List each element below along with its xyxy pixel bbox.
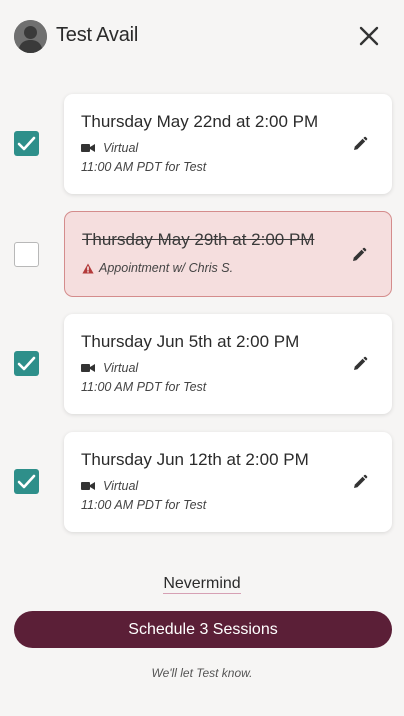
video-camera-icon xyxy=(81,364,95,372)
video-camera-icon xyxy=(81,482,95,490)
pencil-icon xyxy=(354,474,368,488)
session-title: Thursday May 22nd at 2:00 PM xyxy=(81,112,319,131)
session-checkbox[interactable] xyxy=(14,351,39,376)
warning-icon xyxy=(82,263,94,273)
session-mode-label: Virtual xyxy=(103,479,139,493)
edit-button[interactable] xyxy=(352,474,368,490)
session-row: Thursday May 29th at 2:00 PM Appointment… xyxy=(0,211,404,298)
session-mode-label: Virtual xyxy=(103,361,139,375)
pencil-icon xyxy=(354,356,368,370)
session-card[interactable]: Thursday Jun 12th at 2:00 PM Virtual 11:… xyxy=(64,432,392,532)
checkmark-icon xyxy=(17,356,36,371)
session-card[interactable]: Thursday May 22nd at 2:00 PM Virtual 11:… xyxy=(64,94,392,194)
session-card[interactable]: Thursday Jun 5th at 2:00 PM Virtual 11:0… xyxy=(64,314,392,414)
pencil-icon xyxy=(353,247,367,261)
nevermind-container: Nevermind xyxy=(0,575,404,594)
edit-button[interactable] xyxy=(351,247,367,263)
session-card-conflict[interactable]: Thursday May 29th at 2:00 PM Appointment… xyxy=(64,211,392,297)
session-time-note: 11:00 AM PDT for Test xyxy=(81,498,207,512)
session-title: Thursday May 29th at 2:00 PM xyxy=(82,230,315,249)
close-button[interactable] xyxy=(358,25,380,47)
session-mode: Virtual xyxy=(81,361,138,375)
session-mode-label: Virtual xyxy=(103,141,139,155)
conflict-warning: Appointment w/ Chris S. xyxy=(82,261,233,275)
session-mode: Virtual xyxy=(81,479,138,493)
session-row: Thursday Jun 12th at 2:00 PM Virtual 11:… xyxy=(0,432,404,534)
modal-header: Test Avail xyxy=(0,0,404,74)
session-title: Thursday Jun 5th at 2:00 PM xyxy=(81,332,300,351)
person-silhouette-icon xyxy=(14,20,47,53)
session-row: Thursday May 22nd at 2:00 PM Virtual 11:… xyxy=(0,94,404,196)
edit-button[interactable] xyxy=(352,356,368,372)
session-mode: Virtual xyxy=(81,141,138,155)
footer-note: We'll let Test know. xyxy=(151,666,253,680)
close-icon xyxy=(359,26,379,46)
pencil-icon xyxy=(354,136,368,150)
session-time-note: 11:00 AM PDT for Test xyxy=(81,160,207,174)
session-checkbox[interactable] xyxy=(14,469,39,494)
schedule-sessions-button[interactable]: Schedule 3 Sessions xyxy=(14,611,392,648)
checkmark-icon xyxy=(17,474,36,489)
edit-button[interactable] xyxy=(352,136,368,152)
checkmark-icon xyxy=(17,136,36,151)
session-title: Thursday Jun 12th at 2:00 PM xyxy=(81,450,309,469)
session-row: Thursday Jun 5th at 2:00 PM Virtual 11:0… xyxy=(0,314,404,416)
page-title: Test Avail xyxy=(56,24,139,46)
session-time-note: 11:00 AM PDT for Test xyxy=(81,380,207,394)
session-checkbox[interactable] xyxy=(14,131,39,156)
session-checkbox[interactable] xyxy=(14,242,39,267)
nevermind-link[interactable]: Nevermind xyxy=(163,575,241,594)
video-camera-icon xyxy=(81,144,95,152)
avatar xyxy=(14,20,47,53)
conflict-text: Appointment w/ Chris S. xyxy=(99,261,234,275)
